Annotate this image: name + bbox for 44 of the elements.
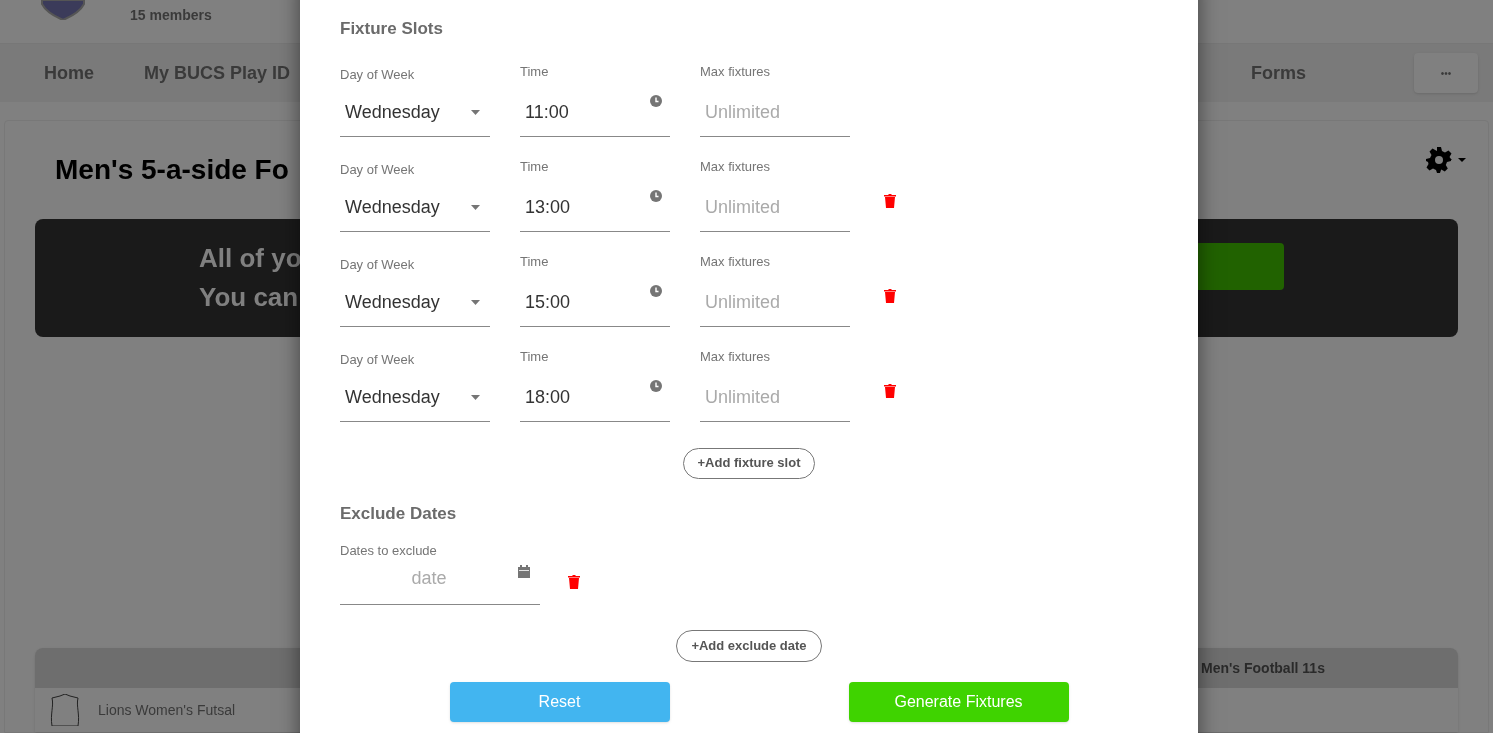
clock-icon <box>650 94 662 107</box>
trash-icon[interactable] <box>568 575 580 589</box>
banner-text: You can <box>199 281 299 314</box>
trash-icon[interactable] <box>884 193 896 208</box>
calendar-icon <box>518 565 530 578</box>
day-select[interactable]: Day of Week Wednesday <box>340 159 490 232</box>
page-title: Men's 5-a-side Fo <box>55 153 289 187</box>
field-label: Max fixtures <box>700 347 772 366</box>
banner-text: All of yo <box>199 242 299 275</box>
shield-logo-icon <box>40 0 86 20</box>
clock-icon <box>650 284 662 297</box>
caret-icon <box>471 109 480 115</box>
clock-icon <box>650 379 662 392</box>
day-select[interactable]: Day of Week Wednesday <box>340 64 490 137</box>
section-title: Exclude Dates <box>340 502 458 525</box>
caret-icon <box>1458 158 1466 162</box>
table-header-cell-text: Men's Football 11s <box>1201 658 1325 678</box>
trash-icon[interactable] <box>884 288 896 303</box>
caret-icon <box>471 394 480 400</box>
settings-icon <box>1426 147 1452 173</box>
day-select[interactable]: Day of Week Wednesday <box>340 254 490 327</box>
field-label: Max fixtures <box>700 62 772 81</box>
settings-dropdown[interactable] <box>1426 147 1466 173</box>
shield-icon <box>50 694 80 726</box>
table-cell-text: Lions Women's Futsal <box>98 700 236 720</box>
max-fixtures-field[interactable]: Unlimited <box>700 379 850 422</box>
caret-icon <box>471 204 480 210</box>
day-select[interactable]: Day of Week Wednesday <box>340 349 490 422</box>
field-label: Max fixtures <box>700 157 772 176</box>
time-field[interactable]: Time 15:00 <box>520 251 670 327</box>
field-label: Dates to exclude <box>340 542 438 560</box>
time-field[interactable]: Time 13:00 <box>520 156 670 232</box>
time-field[interactable]: Time 11:00 <box>520 61 670 137</box>
caret-icon <box>471 299 480 305</box>
trash-icon[interactable] <box>884 383 896 398</box>
max-fixtures-field[interactable]: Unlimited <box>700 189 850 232</box>
field-label: Max fixtures <box>700 252 772 271</box>
section-title: Fixture Slots <box>340 18 444 40</box>
max-fixtures-field[interactable]: Unlimited <box>700 284 850 327</box>
clock-icon <box>650 189 662 202</box>
max-fixtures-field[interactable]: Unlimited <box>700 94 850 137</box>
member-count: 15 members <box>130 6 212 25</box>
time-field[interactable]: Time 18:00 <box>520 346 670 422</box>
date-field[interactable]: date <box>340 565 518 592</box>
